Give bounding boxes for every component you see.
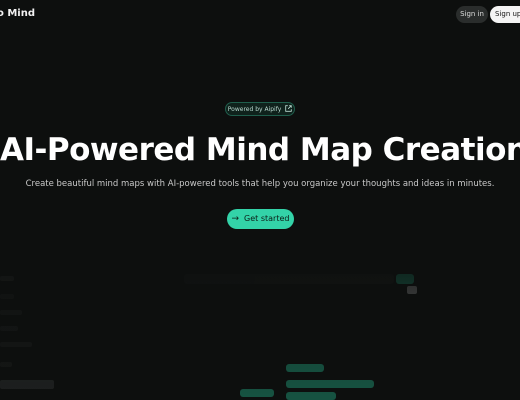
powered-by-badge[interactable]: Powered by Aipify (225, 102, 295, 116)
preview-mindmap-node (240, 389, 274, 397)
app-preview-image (0, 262, 520, 400)
preview-sidebar-item-selected (0, 380, 54, 389)
external-link-icon (285, 105, 292, 112)
preview-sidebar-item (0, 342, 32, 347)
preview-sidebar-item (0, 294, 14, 299)
brand-logo[interactable]: o Mind (0, 8, 35, 19)
badge-label: Powered by Aipify (227, 106, 282, 113)
preview-generate-button (396, 274, 414, 284)
sign-up-button[interactable]: Sign up (490, 6, 520, 23)
preview-sidebar-item (0, 362, 12, 367)
preview-sidebar-item (0, 326, 18, 331)
hero-title: AI-Powered Mind Map Creation (0, 132, 520, 168)
preview-sidebar-header (0, 276, 14, 281)
preview-prompt-input (184, 274, 394, 284)
preview-cursor-icon (407, 286, 417, 294)
brand-text: o Mind (0, 8, 36, 19)
get-started-button[interactable]: → Get started (227, 209, 294, 229)
top-navigation: o Mind Sign in Sign up (0, 0, 520, 30)
arrow-right-icon: → (231, 214, 240, 224)
preview-mindmap-node (286, 392, 336, 400)
get-started-label: Get started (244, 214, 290, 223)
sign-in-button[interactable]: Sign in (456, 6, 488, 23)
hero-subtitle: Create beautiful mind maps with AI-power… (25, 179, 495, 189)
preview-mindmap-node (286, 364, 324, 372)
preview-mindmap-node (286, 380, 374, 388)
preview-sidebar (0, 272, 58, 397)
preview-sidebar-item (0, 310, 22, 315)
